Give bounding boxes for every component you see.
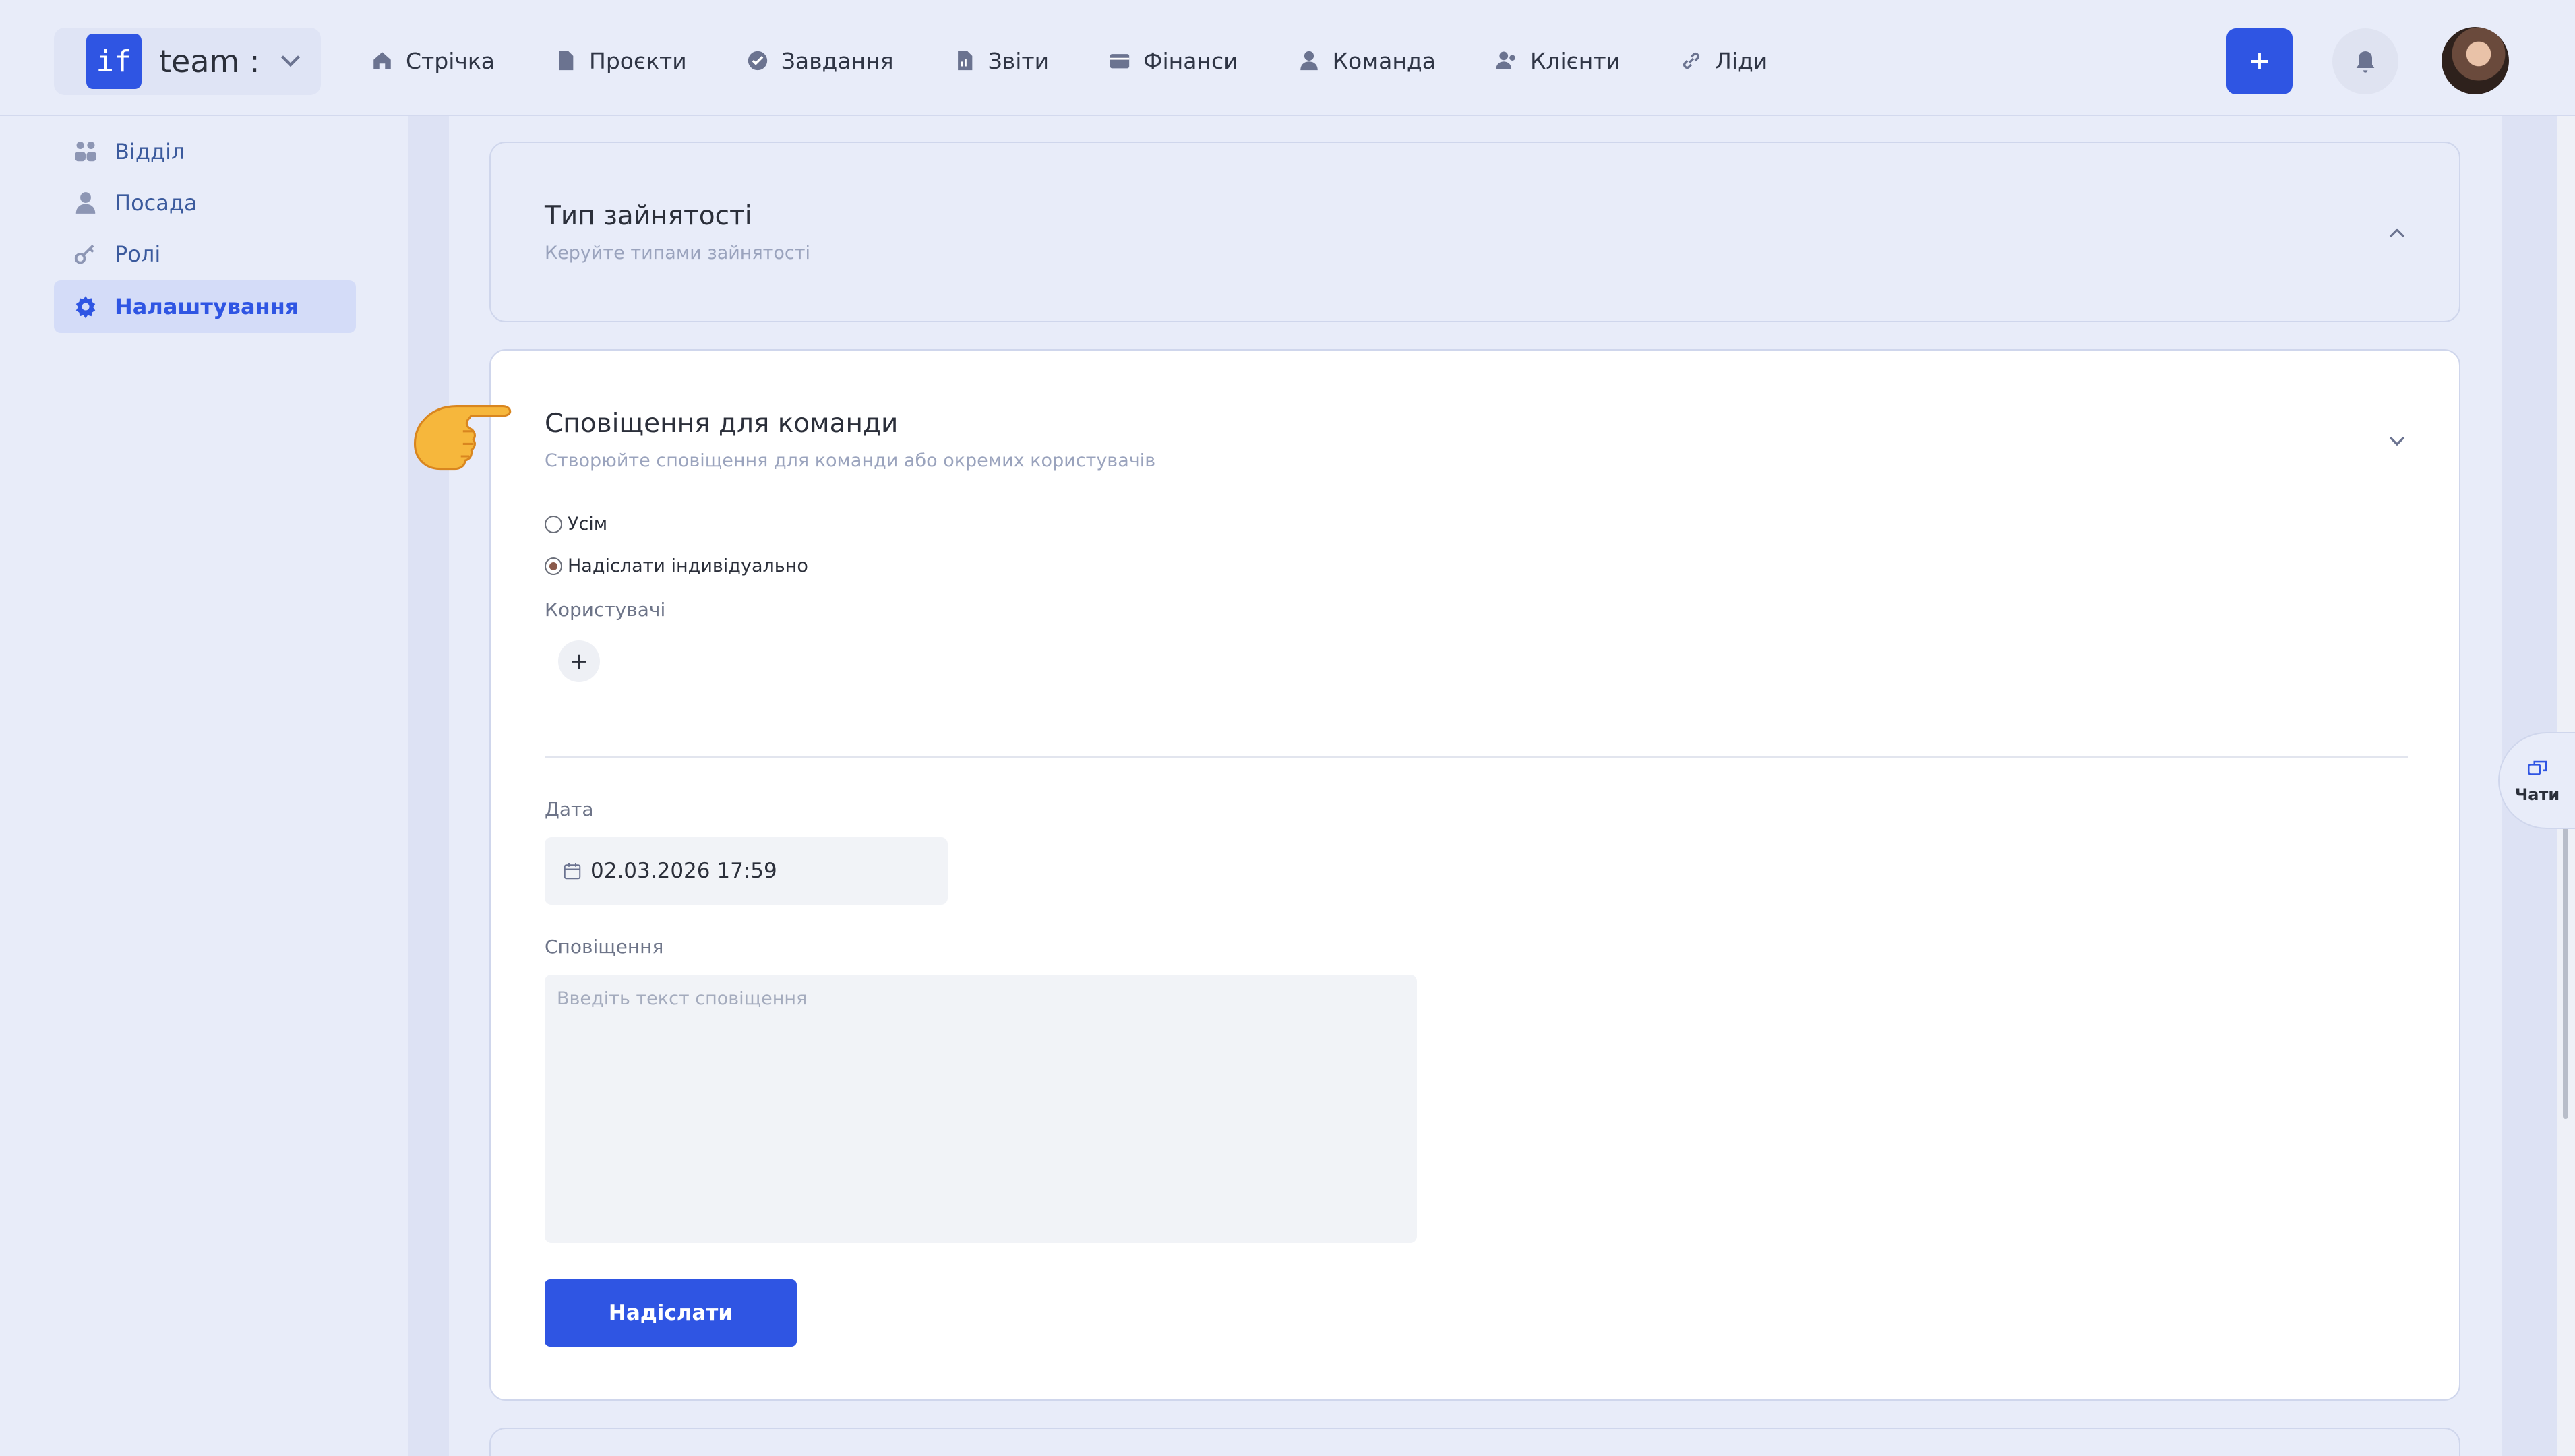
nav-item-reports[interactable]: Звіти	[953, 39, 1049, 82]
main-nav: Стрічка Проєкти Завдання Звіти Фінанси К…	[371, 39, 1827, 82]
users-icon	[1496, 51, 1515, 69]
chat-icon	[2527, 760, 2547, 775]
create-button[interactable]	[2226, 28, 2293, 94]
nav-item-label: Ліди	[1715, 47, 1768, 74]
employment-type-section[interactable]: Тип зайнятості Керуйте типами зайнятості	[489, 142, 2460, 322]
add-user-button[interactable]: +	[558, 640, 600, 682]
nav-item-tasks[interactable]: Завдання	[746, 39, 894, 82]
section-title: Сповіщення для команди	[545, 408, 899, 439]
gear-icon	[75, 296, 96, 319]
sidebar-item-label: Відділ	[115, 139, 185, 164]
check-circle-icon	[748, 51, 767, 71]
notifications-button[interactable]	[2332, 28, 2398, 94]
team-name: team :	[159, 43, 260, 80]
content-gutter-left	[408, 116, 449, 1456]
section-subtitle: Створюйте сповіщення для команди або окр…	[545, 450, 1156, 471]
nav-item-label: Звіти	[988, 47, 1050, 74]
nav-item-feed[interactable]: Стрічка	[371, 39, 495, 82]
sidebar-item-settings[interactable]: Налаштування	[54, 280, 356, 333]
users-label: Користувачі	[545, 599, 666, 621]
radio-individual[interactable]	[545, 557, 562, 575]
sidebar-item-department[interactable]: Відділ	[54, 125, 356, 178]
radio-label: Надіслати індивідуально	[568, 555, 808, 576]
nav-item-label: Стрічка	[406, 47, 495, 74]
section-divider	[545, 756, 2408, 758]
link-icon	[1683, 52, 1700, 69]
nav-item-projects[interactable]: Проєкти	[554, 39, 687, 82]
message-label: Сповіщення	[545, 936, 664, 958]
section-title: Тип зайнятості	[545, 201, 752, 231]
message-textarea[interactable]	[545, 975, 1417, 1243]
nav-item-label: Завдання	[781, 47, 894, 74]
date-label: Дата	[545, 798, 594, 820]
pointing-hand-icon	[413, 405, 512, 471]
wallet-icon	[1110, 54, 1130, 69]
sidebar-item-label: Посада	[115, 190, 198, 216]
document-icon	[559, 51, 574, 71]
chevron-down-icon	[281, 55, 300, 67]
chevron-up-icon[interactable]	[2384, 220, 2411, 247]
nav-item-clients[interactable]: Клієнти	[1495, 39, 1620, 82]
sidebar-item-position[interactable]: Посада	[54, 177, 356, 229]
nav-item-finance[interactable]: Фінанси	[1108, 39, 1238, 82]
bell-icon	[2356, 51, 2375, 73]
scrollbar-thumb[interactable]	[2563, 809, 2568, 1119]
top-bar: if team : Стрічка Проєкти Завдання Звіти…	[0, 0, 2575, 116]
chats-tab-label: Чати	[2514, 785, 2560, 804]
radio-label: Усім	[568, 514, 608, 535]
chevron-down-icon[interactable]	[2384, 427, 2411, 454]
next-section[interactable]	[489, 1428, 2460, 1456]
nav-item-label: Команда	[1332, 47, 1436, 74]
nav-item-label: Фінанси	[1143, 47, 1238, 74]
date-field[interactable]: 02.03.2026 17:59	[545, 837, 948, 905]
user-avatar[interactable]	[2442, 27, 2509, 94]
section-subtitle: Керуйте типами зайнятості	[545, 243, 811, 264]
recipient-option-all[interactable]: Усім	[545, 514, 607, 535]
sidebar-item-roles[interactable]: Ролі	[54, 228, 356, 280]
nav-item-team[interactable]: Команда	[1298, 39, 1436, 82]
grid-people-icon	[75, 141, 96, 162]
sidebar-item-label: Ролі	[115, 241, 161, 267]
settings-sidebar: Відділ Посада Ролі Налаштування	[0, 116, 408, 1456]
user-icon	[75, 192, 96, 214]
send-button[interactable]: Надіслати	[545, 1279, 797, 1347]
report-icon	[957, 51, 972, 71]
key-icon	[74, 244, 94, 264]
radio-all[interactable]	[545, 515, 562, 533]
team-switcher[interactable]: if team :	[54, 28, 321, 95]
nav-item-label: Проєкти	[589, 47, 687, 74]
nav-item-label: Клієнти	[1529, 47, 1620, 74]
recipient-option-individual[interactable]: Надіслати індивідуально	[545, 555, 808, 576]
sidebar-item-label: Налаштування	[115, 294, 299, 320]
home-icon	[373, 52, 391, 69]
team-notifications-section: Сповіщення для команди Створюйте сповіще…	[489, 349, 2460, 1401]
calendar-icon	[564, 863, 581, 880]
date-value: 02.03.2026 17:59	[590, 859, 777, 883]
app-logo: if	[86, 34, 142, 89]
plus-icon	[2251, 53, 2268, 69]
user-icon	[1300, 51, 1318, 71]
nav-item-leads[interactable]: Ліди	[1680, 39, 1767, 82]
